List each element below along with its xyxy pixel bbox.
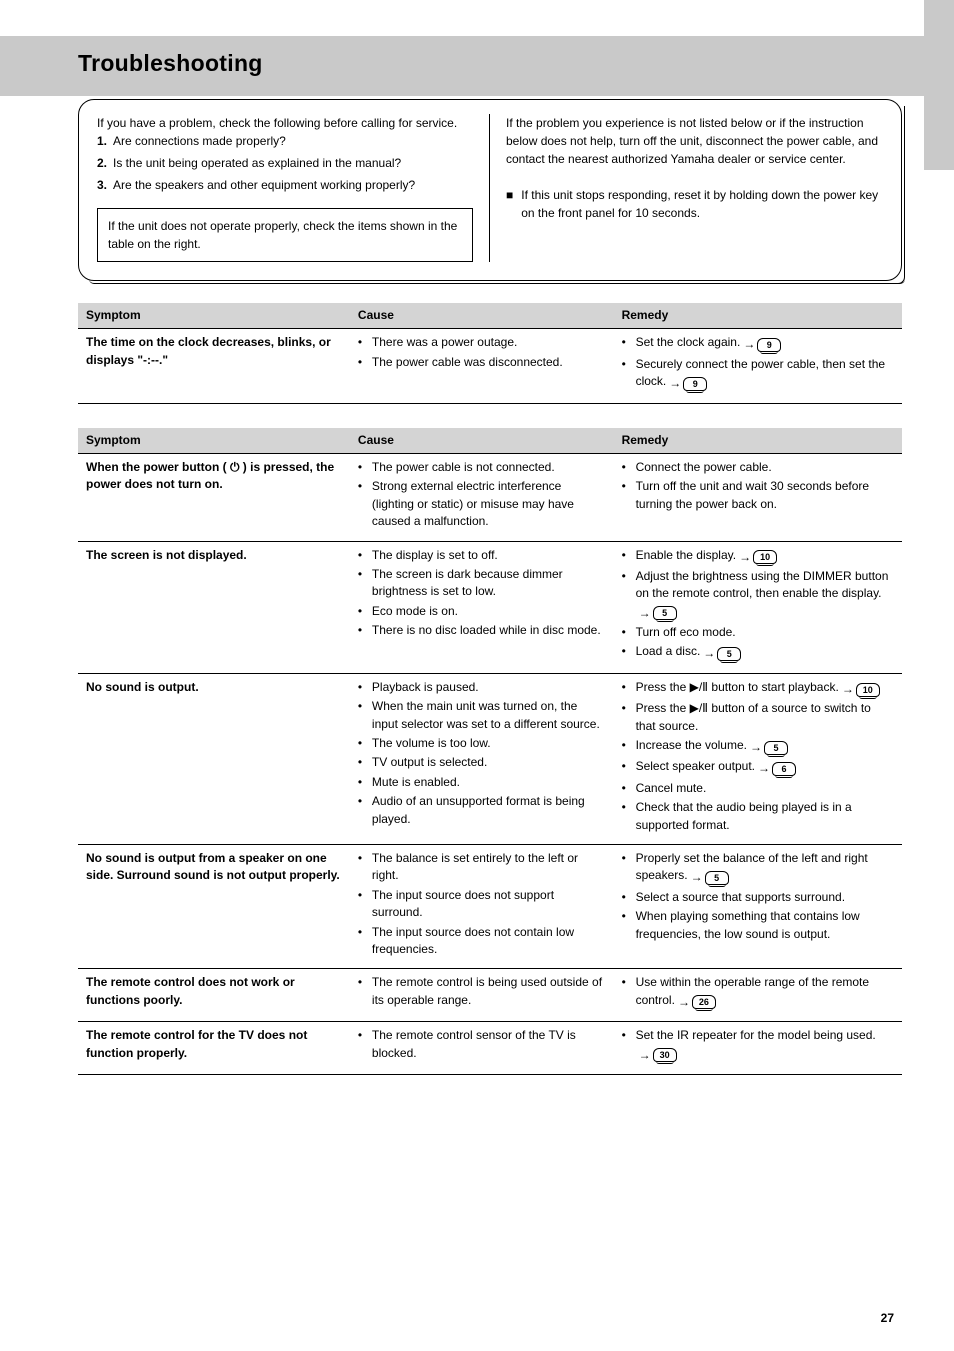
cause-cell: The display is set to off. The screen is… <box>350 541 614 673</box>
cause-cell: The remote control is being used outside… <box>350 969 614 1022</box>
col-remedy: Remedy <box>614 428 902 454</box>
table-row: The time on the clock decreases, blinks,… <box>78 329 902 403</box>
cause-cell: There was a power outage. The power cabl… <box>350 329 614 403</box>
intro-step: 3.Are the speakers and other equipment w… <box>97 176 473 194</box>
page-ref-icon: →10 <box>842 681 880 698</box>
intro-right-para: If the problem you experience is not lis… <box>506 114 883 168</box>
troubleshooting-table-2: Symptom Cause Remedy When the power butt… <box>78 428 902 1075</box>
col-symptom: Symptom <box>78 428 350 454</box>
cause-cell: Playback is paused. When the main unit w… <box>350 673 614 844</box>
note-bullet-icon: ■ <box>506 186 513 204</box>
col-symptom: Symptom <box>78 303 350 329</box>
symptom-cell: The time on the clock decreases, blinks,… <box>78 329 350 403</box>
table-row: No sound is output. Playback is paused. … <box>78 673 902 844</box>
table-row: The remote control for the TV does not f… <box>78 1022 902 1075</box>
intro-lead: If you have a problem, check the followi… <box>97 114 473 132</box>
page-ref-icon: →9 <box>743 336 781 353</box>
troubleshooting-table-1: Symptom Cause Remedy The time on the clo… <box>78 303 902 404</box>
table-row: The screen is not displayed. The display… <box>78 541 902 673</box>
page-ref-icon: →5 <box>750 739 788 756</box>
page-ref-icon: →5 <box>703 645 741 662</box>
page-ref-icon: →5 <box>691 869 729 886</box>
table-row: No sound is output from a speaker on one… <box>78 844 902 968</box>
language-tab: En <box>924 0 954 170</box>
col-cause: Cause <box>350 303 614 329</box>
intro-step: 2.Is the unit being operated as explaine… <box>97 154 473 172</box>
symptom-cell: No sound is output. <box>78 673 350 844</box>
symptom-cell: The remote control for the TV does not f… <box>78 1022 350 1075</box>
intro-box: If you have a problem, check the followi… <box>78 99 902 281</box>
cause-cell: The balance is set entirely to the left … <box>350 844 614 968</box>
intro-right: If the problem you experience is not lis… <box>490 114 883 262</box>
intro-note: If this unit stops responding, reset it … <box>521 186 883 222</box>
symptom-cell: No sound is output from a speaker on one… <box>78 844 350 968</box>
cause-cell: The remote control sensor of the TV is b… <box>350 1022 614 1075</box>
table-row: When the power button ( ⏻ ) is pressed, … <box>78 453 902 541</box>
page-number: 27 <box>881 1311 894 1325</box>
symptom-cell: The remote control does not work or func… <box>78 969 350 1022</box>
col-cause: Cause <box>350 428 614 454</box>
remedy-cell: Use within the operable range of the rem… <box>614 969 902 1022</box>
remedy-cell: Set the IR repeater for the model being … <box>614 1022 902 1075</box>
remedy-cell: Properly set the balance of the left and… <box>614 844 902 968</box>
symptom-cell: The screen is not displayed. <box>78 541 350 673</box>
page-ref-icon: →30 <box>639 1047 677 1064</box>
page-title: Troubleshooting <box>78 0 902 77</box>
symptom-cell: When the power button ( ⏻ ) is pressed, … <box>78 453 350 541</box>
table-row: The remote control does not work or func… <box>78 969 902 1022</box>
page-ref-icon: →26 <box>678 994 716 1011</box>
remedy-cell: Enable the display.→10 Adjust the bright… <box>614 541 902 673</box>
intro-left: If you have a problem, check the followi… <box>97 114 490 262</box>
page-ref-icon: →10 <box>739 549 777 566</box>
cause-cell: The power cable is not connected. Strong… <box>350 453 614 541</box>
remedy-cell: Press the ▶/Ⅱ button to start playback.→… <box>614 673 902 844</box>
page-ref-icon: →5 <box>639 605 677 622</box>
intro-step: 1.Are connections made properly? <box>97 132 473 150</box>
page-ref-icon: →9 <box>669 375 707 392</box>
page: En Troubleshooting If you have a problem… <box>0 0 954 1351</box>
remedy-cell: Set the clock again.→9 Securely connect … <box>614 329 902 403</box>
remedy-cell: Connect the power cable. Turn off the un… <box>614 453 902 541</box>
page-ref-icon: →6 <box>758 760 796 777</box>
col-remedy: Remedy <box>614 303 902 329</box>
intro-inner-box: If the unit does not operate properly, c… <box>97 208 473 262</box>
